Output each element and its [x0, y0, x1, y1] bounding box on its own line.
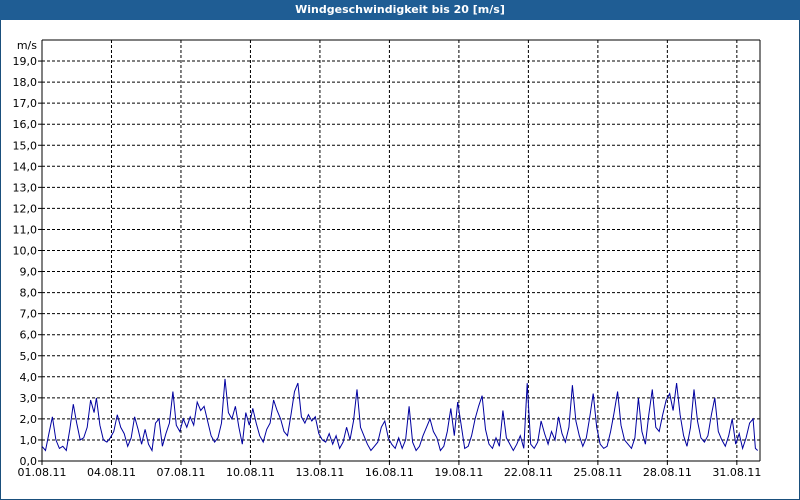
- x-tick-label: 19.08.11: [434, 466, 483, 479]
- y-tick-label: 3,0: [20, 392, 38, 405]
- x-tick-label: 13.08.11: [295, 466, 344, 479]
- y-tick-label: 15,0: [13, 139, 38, 152]
- y-tick-label: 17,0: [13, 97, 38, 110]
- y-tick-label: 6,0: [20, 329, 38, 342]
- y-tick-label: 1,0: [20, 434, 38, 447]
- x-tick-label: 01.08.11: [18, 466, 67, 479]
- y-tick-label: 7,0: [20, 308, 38, 321]
- x-tick-label: 28.08.11: [643, 466, 692, 479]
- x-tick-label: 16.08.11: [365, 466, 414, 479]
- y-tick-label: 12,0: [13, 202, 38, 215]
- y-tick-label: 4,0: [20, 371, 38, 384]
- x-tick-label: 25.08.11: [573, 466, 622, 479]
- x-tick-label: 10.08.11: [226, 466, 275, 479]
- y-tick-label: 14,0: [13, 160, 38, 173]
- x-tick-label: 04.08.11: [87, 466, 136, 479]
- chart-plot-area: 0,01,02,03,04,05,06,07,08,09,010,011,012…: [13, 39, 762, 479]
- y-axis-unit-label: m/s: [17, 39, 37, 52]
- y-tick-label: 2,0: [20, 413, 38, 426]
- y-tick-label: 11,0: [13, 223, 38, 236]
- y-tick-label: 18,0: [13, 76, 38, 89]
- x-tick-label: 31.08.11: [712, 466, 761, 479]
- y-tick-label: 13,0: [13, 181, 38, 194]
- x-tick-label: 07.08.11: [156, 466, 205, 479]
- y-tick-label: 10,0: [13, 245, 38, 258]
- x-tick-label: 22.08.11: [504, 466, 553, 479]
- y-tick-label: 16,0: [13, 118, 38, 131]
- y-tick-label: 19,0: [13, 55, 38, 68]
- y-tick-label: 9,0: [20, 266, 38, 279]
- y-tick-label: 5,0: [20, 350, 38, 363]
- y-tick-label: 8,0: [20, 287, 38, 300]
